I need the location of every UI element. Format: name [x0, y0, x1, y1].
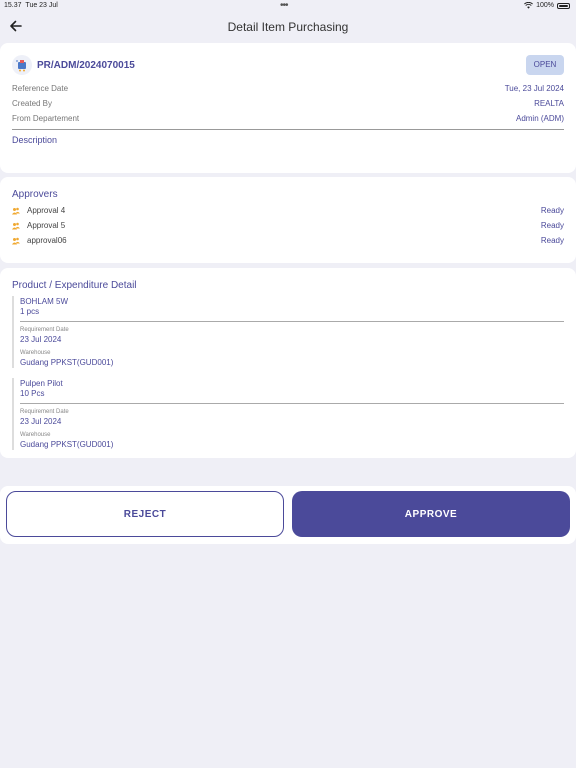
description-label: Description	[12, 135, 58, 145]
product-detail-card: Product / Expenditure Detail BOHLAM 5W 1…	[0, 268, 576, 458]
status-right: 100%	[524, 2, 570, 9]
item-divider	[20, 403, 564, 404]
requirement-date-label: Requirement Date	[20, 327, 69, 333]
action-bar: REJECT APPROVE	[0, 486, 576, 544]
battery-icon	[557, 2, 570, 9]
approvers-title: Approvers	[12, 189, 58, 200]
pr-number: PR/ADM/2024070015	[37, 60, 135, 71]
battery-percent: 100%	[536, 2, 554, 9]
purchase-cart-icon	[12, 55, 32, 75]
summary-card: PR/ADM/2024070015 OPEN Reference Date Tu…	[0, 43, 576, 173]
department-row: From Departement Admin (ADM)	[12, 114, 564, 126]
product-item: BOHLAM 5W 1 pcs Requirement Date 23 Jul …	[12, 296, 564, 368]
approvers-card: Approvers Approval 4 Ready Approval 5 Re…	[0, 177, 576, 263]
product-qty: 1 pcs	[20, 307, 40, 316]
product-detail-title: Product / Expenditure Detail	[12, 280, 137, 291]
top-bar: Detail Item Purchasing	[0, 12, 576, 42]
requirement-date-value: 23 Jul 2024	[20, 417, 62, 426]
approver-row: approval06 Ready	[12, 236, 564, 248]
product-name: BOHLAM 5W	[20, 297, 69, 306]
department-value: Admin (ADM)	[515, 114, 564, 123]
status-time: 15.37 Tue 23 Jul	[4, 2, 58, 9]
approver-row: Approval 4 Ready	[12, 206, 564, 218]
approver-name: approval06	[27, 236, 67, 245]
warehouse-label: Warehouse	[20, 350, 51, 356]
warehouse-label: Warehouse	[20, 432, 51, 438]
reference-date-row: Reference Date Tue, 23 Jul 2024	[12, 84, 564, 96]
approver-status: Ready	[540, 236, 564, 245]
requirement-date-label: Requirement Date	[20, 409, 69, 415]
created-by-row: Created By REALTA	[12, 99, 564, 111]
users-icon	[12, 222, 20, 230]
approver-row: Approval 5 Ready	[12, 221, 564, 233]
reject-button[interactable]: REJECT	[6, 491, 284, 537]
product-name: Pulpen Pilot	[20, 379, 63, 388]
product-item: Pulpen Pilot 10 Pcs Requirement Date 23 …	[12, 378, 564, 450]
department-label: From Departement	[12, 114, 80, 123]
multitasking-dots-icon[interactable]: •••	[280, 0, 288, 11]
warehouse-value: Gudang PPKST(GUD001)	[20, 440, 114, 449]
approver-status: Ready	[540, 206, 564, 215]
warehouse-value: Gudang PPKST(GUD001)	[20, 358, 114, 367]
created-by-label: Created By	[12, 99, 53, 108]
users-icon	[12, 207, 20, 215]
divider	[12, 129, 564, 130]
page-title: Detail Item Purchasing	[227, 20, 349, 34]
status-bar: 15.37 Tue 23 Jul ••• 100%	[0, 0, 576, 12]
item-divider	[20, 321, 564, 322]
approve-button[interactable]: APPROVE	[292, 491, 570, 537]
approver-name: Approval 5	[27, 221, 66, 230]
users-icon	[12, 237, 20, 245]
reference-date-value: Tue, 23 Jul 2024	[504, 84, 564, 93]
product-qty: 10 Pcs	[20, 389, 45, 398]
status-badge: OPEN	[526, 55, 564, 75]
wifi-icon	[524, 2, 534, 9]
approver-name: Approval 4	[27, 206, 66, 215]
requirement-date-value: 23 Jul 2024	[20, 335, 62, 344]
created-by-value: REALTA	[534, 99, 564, 108]
reference-date-label: Reference Date	[12, 84, 69, 93]
approver-status: Ready	[540, 221, 564, 230]
